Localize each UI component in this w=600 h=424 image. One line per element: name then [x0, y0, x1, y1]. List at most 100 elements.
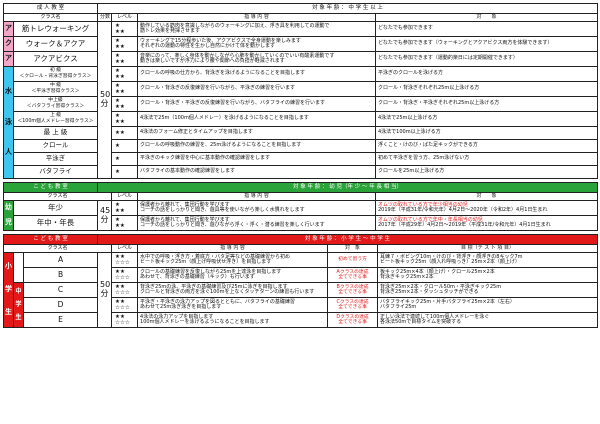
junior-band: こ ど も 教 室 — [2, 234, 99, 245]
level-stars: ★ ★★ — [111, 96, 138, 112]
kids-target-age: 対 象 年 齢 ： 幼 児（年 少 ～ 年 長 相 当） — [96, 182, 599, 193]
class-name: 中 級＜平泳ぎ習得クラス＞ — [13, 81, 98, 97]
class-content: クロールの基礎練習を反復しながら25mを上達泳を目指します あわせて、背泳ぎの基礎… — [137, 267, 329, 283]
class-target: 初めて習う方 — [327, 252, 379, 268]
class-name: バタフライ — [13, 165, 98, 179]
class-name: D — [22, 297, 99, 313]
level-stars: ★ ★★ — [111, 81, 138, 97]
level-stars: ★ ★★ — [111, 51, 138, 67]
class-content: 水中での呼吸・浮き方・着底方・バタ足等などの基礎練習から初め ビート板キック25m… — [137, 252, 329, 268]
kids-minutes: 45 分 — [97, 200, 112, 231]
class-content: ウォーキングで15分程歩いた後、アクアビクスで全身運動を楽しみます それぞれの運動… — [137, 36, 376, 52]
class-target: 浮くこと・けのび・ばた足キックができる方 — [375, 139, 598, 153]
level-stars: ★ ★★ — [111, 200, 138, 216]
class-content: 4泳法のフォーム修正とタイムアップを目指します — [137, 126, 376, 140]
class-content: 動作している筋肉を意識しながらのウォーキングに加え、浮き具を利用しての運動で 筋ト… — [137, 21, 376, 37]
junior-header-content: 指 導 内 容 — [137, 244, 329, 253]
adult-band: 成 人 教 室 — [3, 3, 98, 14]
class-content: クロール・背泳ぎ・平泳ぎの反復練習を行いながら、バタフライの練習を行います — [137, 96, 376, 112]
class-content: 音楽にのって、楽しく身体を動かしながら心肺を動かしていくのでいい有酸素運動です動… — [137, 51, 376, 67]
level-stars: ★★ ☆☆☆ — [111, 312, 139, 328]
class-target: どなたでも参加できます（ウォーキングとアクアビクス両方を体験できます） — [375, 36, 598, 52]
class-content: クロールの呼吸動作の練習を、25m泳げるようになることを目指します — [137, 139, 376, 153]
class-name: 中上級 ＜バタフライ習得クラス＞ — [13, 96, 98, 112]
aqua-side-3: ア — [3, 51, 14, 67]
kids-header-level: レベル — [111, 192, 138, 201]
class-name: 年少 — [13, 200, 98, 216]
class-goal: 耳練７・ボビング10m・けのび・背浮き・顔浮きの8キック7m ビート板キック25m… — [377, 252, 599, 268]
swim-side: 水泳人 — [3, 66, 14, 179]
kids-table: こ ど も 教 室 対 象 年 齢 ： 幼 児（年 少 ～ 年 長 相 当） ク… — [3, 182, 599, 231]
class-goal: バタフライキック25m・片手バタフライ25m×2本（左右） バタフライ25m — [377, 297, 599, 313]
kids-side: 幼児 — [3, 200, 14, 231]
level-stars: ★★ ☆☆☆ — [111, 282, 139, 298]
class-target: クロールを25m以上泳げる方 — [375, 165, 598, 179]
class-content: 4泳法で25m（100m個人メドレー）を泳げるようになることを目指します — [137, 111, 376, 127]
adult-header-level: レベル — [111, 13, 138, 22]
class-content: 保護者から離れて、集団行動を学びます コーチの話をしっかりと聞き、遊びながら浮く・… — [137, 215, 376, 231]
class-target: Bクラスの達成 全てできる事 — [327, 282, 379, 298]
class-goal: 板キック25m×4本（顔上げ）・クロール25m×2本 背泳ぎキック25m×2本 — [377, 267, 599, 283]
level-stars: ★★ — [111, 126, 138, 140]
adult-table: 成 人 教 室 対 象 年 齢 ： 中 学 生 以 上 クラス名 分数 レベル … — [3, 3, 598, 179]
level-stars: ★★ ☆☆☆ — [111, 252, 139, 268]
junior-table: こ ど も 教 室 対 象 年 齢 ： 小 学 生 ～ 中 学 生 クラス名 レ… — [2, 234, 599, 328]
class-name: B — [22, 267, 99, 283]
schedule-sheet: { "adult": { "band": "成 人 教 室", "target"… — [2, 3, 599, 421]
class-content: 保護者から離れて、集団行動を学びます コーチの話をしっかりと聞き、遊具等を使いなが… — [137, 200, 376, 216]
class-target: Aクラスの達成 全てできる事 — [327, 267, 379, 283]
junior-side-outer: 小学生 — [3, 252, 14, 328]
class-name: 筋トレウォーキング — [13, 21, 98, 37]
class-target: クロール・背泳ぎ・平泳ぎそれぞれ25m以上泳げる方 — [375, 96, 598, 112]
class-content: 平泳ぎ・平泳ぎの泳力アップを図るとともに、バタフライの基礎練習 あわせて25m泳ぎ… — [137, 297, 329, 313]
class-name: 上 級＜100m個人メドレー習得クラス＞ — [13, 111, 98, 127]
aqua-side-2: ク — [3, 36, 14, 52]
junior-header-level: レベル — [111, 244, 139, 253]
kids-band: こ ど も 教 室 — [3, 182, 98, 193]
adult-header-class: クラス名 — [3, 13, 98, 22]
level-stars: ★ ★★ — [111, 215, 138, 231]
level-stars: ★ ★★ — [111, 66, 138, 82]
level-stars: ★ — [111, 152, 138, 166]
aqua-side-1: ア — [3, 21, 14, 37]
junior-side-blank — [13, 252, 24, 283]
class-name: 平泳ぎ — [13, 152, 98, 166]
level-stars: ★ ★★ — [111, 21, 138, 37]
class-name: ウォーク＆アクア — [13, 36, 98, 52]
class-target: 4泳法で100m以上泳げる方 — [375, 126, 598, 140]
kids-header-target: 対 象 — [374, 192, 599, 201]
class-target: 4泳法で25m以上泳げる方 — [375, 111, 598, 127]
class-content: 4泳法の泳力アップを目指します 100m個人メドレーを泳げるようになることを目指し… — [137, 312, 329, 328]
level-stars: ★★ ☆☆☆ — [111, 267, 139, 283]
level-stars: ★★ ☆☆☆ — [111, 297, 139, 313]
class-name: クロール — [13, 139, 98, 153]
class-name: アクアビクス — [13, 51, 98, 67]
adult-header-target: 対 象 — [375, 13, 598, 22]
class-content: 背泳ぎ25mの泳、平泳ぎの基礎練習及び25mに泳ぎを目指します クロールと背泳ぎの… — [137, 282, 329, 298]
adult-target-age: 対 象 年 齢 ： 中 学 生 以 上 — [97, 3, 598, 14]
junior-header-goal: 目 標（テ ス ト 項 目） — [377, 244, 599, 253]
class-target: オムツの取れている方で年中・年長相当の幼児 2017年（平成29年）4月2日～20… — [374, 215, 599, 231]
class-goal: 背泳ぎ25m×2本・クロール50m・平泳ぎキック25m 背泳ぎ25m×2本・ダッシ… — [377, 282, 599, 298]
class-content: 平泳ぎのキック練習を中心に基本動作の確認練習をします — [137, 152, 376, 166]
adult-header-content: 指 導 内 容 — [137, 13, 376, 22]
level-stars: ★ ★★ — [111, 36, 138, 52]
level-stars: ★ ★★ — [111, 111, 138, 127]
adult-header-minutes: 分数 — [97, 13, 112, 22]
junior-side-inner: 中学生 — [13, 282, 24, 328]
class-name: 最 上 級 — [13, 126, 98, 140]
class-target: 初めて平泳ぎを習う方、25m泳げない方 — [375, 152, 598, 166]
adult-minutes: 50 分 — [97, 21, 112, 179]
junior-header-class: クラス名 — [2, 244, 113, 253]
class-name: 年中・年長 — [13, 215, 98, 231]
level-stars: ★ — [111, 139, 138, 153]
kids-header-content: 指 導 内 容 — [137, 192, 376, 201]
class-target: どなたでも参加できます（運動的楽日には定期開催できます） — [375, 51, 598, 67]
class-target: 平泳ぎのクロールを泳げる方 — [375, 66, 598, 82]
class-content: クロール・背泳ぎの反復練習を行いながら、平泳ぎの練習を行います — [137, 81, 376, 97]
class-target: Dクラスの達成 全てできる事 — [327, 312, 379, 328]
class-target: Cクラスの達成 全てできる事 — [327, 297, 379, 313]
class-content: バタフライの基本動作の確認練習をします — [137, 165, 376, 179]
class-goal: 正しい泳法で連続して100m個人メドレーを泳ぐ 各泳法50mで目標タイムを突破する — [377, 312, 599, 328]
class-name: 初 級＜クロール・背泳ぎ習得クラス＞ — [13, 66, 98, 82]
